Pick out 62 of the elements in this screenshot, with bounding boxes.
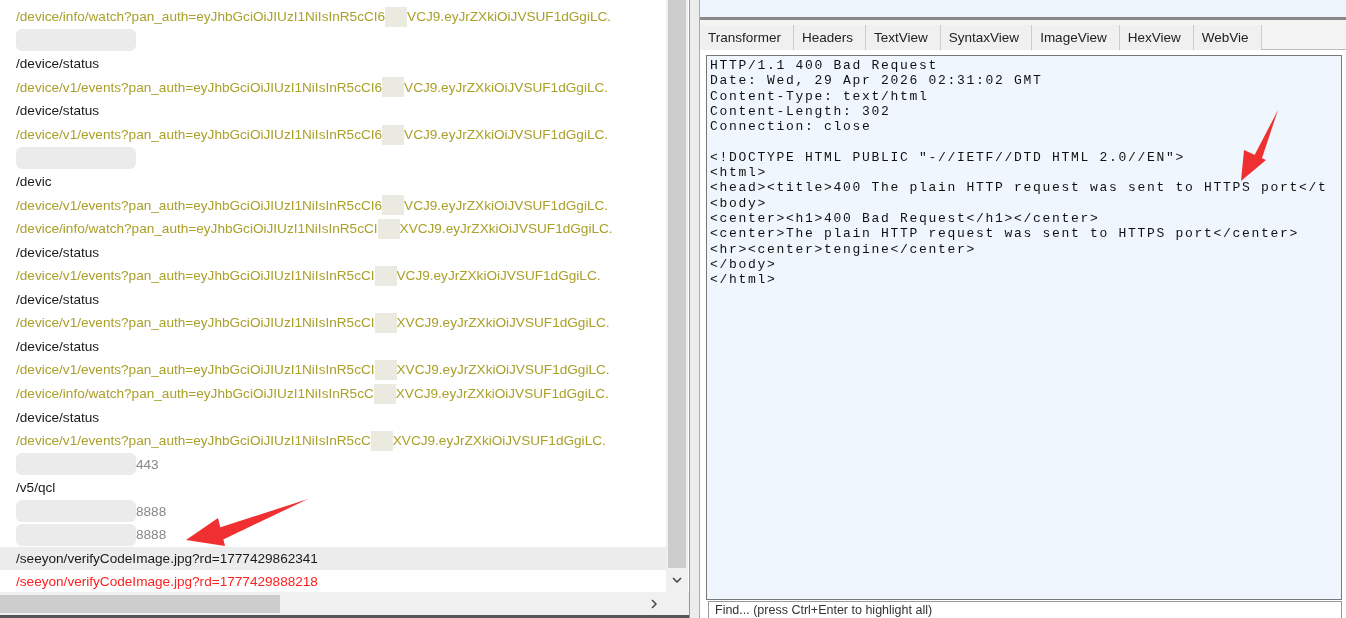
session-host: 8888	[136, 503, 167, 519]
session-url: /device/status	[16, 291, 100, 307]
view-tab[interactable]: SyntaxView	[940, 25, 1033, 50]
session-url: /device/v1/events?pan_auth=eyJhbGciOiJIUzI1NiIsInR5cCI	[16, 362, 375, 378]
session-url: XVCJ9.eyJrZXkiOiJVSUF1dGgiLC.	[396, 362, 610, 378]
response-line: </body>	[710, 256, 778, 273]
session-url: VCJ9.eyJrZXkiOiJVSUF1dGgiLC.	[404, 197, 609, 213]
session-url: /device/status	[16, 56, 100, 72]
session-url: /device/v1/events?pan_auth=eyJhbGciOiJIUzI1NiIsInR5cCI	[16, 268, 375, 284]
view-tab[interactable]: Transformer	[700, 25, 794, 50]
session-host: 8888	[136, 527, 167, 543]
view-tab[interactable]: WebVie	[1193, 25, 1262, 50]
response-line: </html>	[710, 272, 778, 288]
session-url: /device/v1/events?pan_auth=eyJhbGciOiJIUzI1NiIsInR5cC	[16, 433, 371, 449]
find-field[interactable]: Find... (press Ctrl+Enter to highlight all)	[708, 601, 1342, 618]
session-url: /devic	[16, 174, 52, 190]
session-url: /device/status	[16, 244, 100, 260]
response-line: <head><title>400 The plain HTTP request was sent to HTTPS port</t	[710, 180, 1329, 196]
response-line: <!DOCTYPE HTML PUBLIC "-//IETF//DTD HTML 2.0//EN">	[710, 149, 1187, 166]
response-line: <html>	[710, 165, 768, 181]
session-url: /device/v1/events?pan_auth=eyJhbGciOiJIUzI1NiIsInR5cCI6	[16, 79, 383, 95]
response-line: Content-Length: 302	[710, 103, 892, 120]
response-text-area[interactable]	[706, 55, 1342, 600]
session-url: /device/info/watch?pan_auth=eyJhbGciOiJIUzI1NiIsInR5cC	[16, 386, 374, 401]
session-url: VCJ9.eyJrZXkiOiJVSUF1dGgiLC.	[404, 127, 609, 142]
session-url: /seeyon/verifyCodeImage.jpg?rd=1777429888218	[16, 574, 318, 590]
response-line: HTTP/1.1 400 Bad Request	[710, 58, 940, 74]
chevron-right-icon[interactable]	[651, 598, 657, 609]
session-url: XVCJ9.eyJrZXkiOiJVSUF1dGgiLC.	[396, 315, 610, 331]
session-url: /device/info/watch?pan_auth=eyJhbGciOiJIUzI1NiIsInR5cCI	[16, 221, 378, 237]
session-url: XVCJ9.eyJrZXkiOiJVSUF1dGgiLC.	[395, 386, 609, 401]
session-url: /device/v1/events?pan_auth=eyJhbGciOiJIUzI1NiIsInR5cCI	[16, 315, 375, 331]
session-url: /device/info/watch?pan_auth=eyJhbGciOiJIUzI1NiIsInR5cCI6	[16, 9, 386, 25]
session-url: XVCJ9.eyJrZXkiOiJVSUF1dGgiLC.	[399, 221, 613, 237]
session-url: /device/v1/events?pan_auth=eyJhbGciOiJIUzI1NiIsInR5cCI6	[16, 197, 383, 213]
session-url: /v5/qcl	[16, 480, 56, 496]
session-url: VCJ9.eyJrZXkiOiJVSUF1dGgiLC.	[407, 9, 612, 25]
response-line: <hr><center>tengine</center>	[710, 241, 978, 257]
session-url: VCJ9.eyJrZXkiOiJVSUF1dGgiLC.	[404, 79, 609, 95]
session-url: /device/v1/events?pan_auth=eyJhbGciOiJIUzI1NiIsInR5cCI6	[16, 127, 383, 142]
response-line: <body>	[710, 195, 768, 211]
horizontal-scrollbar[interactable]	[0, 592, 689, 618]
session-url: /device/status	[16, 409, 100, 425]
annotation-arrow	[1241, 110, 1278, 181]
session-url: VCJ9.eyJrZXkiOiJVSUF1dGgiLC.	[396, 268, 601, 284]
response-line: <center><h1>400 Bad Request</h1></center>	[710, 210, 1101, 227]
vertical-scrollbar[interactable]	[666, 0, 688, 592]
response-line: Connection: close	[710, 119, 873, 135]
response-line: Content-Type: text/html	[710, 88, 930, 104]
session-row[interactable]: /seeyon/verifyCodeImage.jpg?rd=1777429862341	[0, 546, 666, 571]
view-tab[interactable]: Headers	[794, 25, 867, 50]
session-url: /seeyon/verifyCodeImage.jpg?rd=1777429862341	[16, 550, 318, 566]
view-tab[interactable]: TextView	[866, 25, 941, 50]
response-line: Date: Wed, 29 Apr 2026 02:31:02 GMT	[710, 73, 1044, 89]
session-url: XVCJ9.eyJrZXkiOiJVSUF1dGgiLC.	[392, 433, 606, 449]
session-host: 443	[136, 456, 159, 472]
session-url: /device/status	[16, 103, 100, 119]
response-line: <center>The plain HTTP request was sent to HTTPS port</center>	[710, 226, 1301, 242]
view-tab[interactable]: HexView	[1119, 25, 1194, 50]
chevron-down-icon[interactable]	[672, 577, 682, 583]
view-tab[interactable]: ImageView	[1032, 25, 1120, 50]
session-url: /device/status	[16, 338, 100, 354]
